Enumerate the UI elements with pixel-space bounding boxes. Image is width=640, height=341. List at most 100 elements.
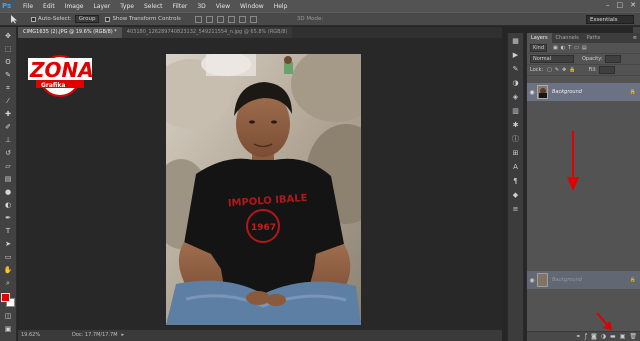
opacity-field[interactable] <box>604 55 621 63</box>
quick-mask-icon[interactable]: ◫ <box>3 311 14 321</box>
lasso-tool-icon[interactable]: ʘ <box>3 57 14 67</box>
tab-channels[interactable]: Channels <box>552 33 583 43</box>
menu-layer[interactable]: Layer <box>93 3 110 10</box>
dodge-tool-icon[interactable]: ◐ <box>3 200 14 210</box>
minimize-icon[interactable]: – <box>606 1 610 9</box>
navigator-panel-icon[interactable]: ⊞ <box>511 148 521 158</box>
svg-text:1967: 1967 <box>251 223 276 233</box>
color-panel-icon[interactable]: ◈ <box>511 92 521 102</box>
align-top-icon[interactable] <box>194 15 202 23</box>
path-select-icon[interactable]: ➤ <box>3 239 14 249</box>
menu-window[interactable]: Window <box>240 3 264 10</box>
lock-icons[interactable]: ▢✎✥🔒 <box>547 67 578 73</box>
auto-select-group: Auto-Select: Group <box>31 15 100 23</box>
fx-icon[interactable]: ƒ <box>585 333 587 340</box>
kind-filter-dropdown[interactable]: Kind <box>530 44 548 52</box>
layer-background[interactable]: ◉ Background 🔒 <box>527 83 640 101</box>
workspace-dropdown[interactable]: Essentials <box>586 15 634 24</box>
align-center-icon[interactable] <box>238 15 246 23</box>
eyedropper-tool-icon[interactable]: ⁄ <box>3 96 14 106</box>
type-tool-icon[interactable]: T <box>3 226 14 236</box>
show-transform-checkbox[interactable] <box>105 16 111 22</box>
maximize-icon[interactable]: □ <box>617 1 624 9</box>
menu-file[interactable]: File <box>23 3 33 10</box>
blend-row: Normal Opacity: <box>527 54 640 65</box>
status-arrow-icon[interactable]: ▸ <box>122 330 125 341</box>
foreground-color-swatch[interactable] <box>1 293 10 302</box>
move-tool-icon[interactable]: ✥ <box>3 31 14 41</box>
annotation-arrow-new-layer <box>596 313 612 330</box>
brush-panel-icon[interactable]: ✎ <box>511 64 521 74</box>
trash-icon[interactable]: 🗑 <box>629 333 637 340</box>
tab-cimg1635[interactable]: CIMG1635 (2).JPG @ 19.6% (RGB/8) * <box>18 27 122 38</box>
menu-type[interactable]: Type <box>120 3 134 10</box>
ghost-layer-name: Background <box>552 277 582 283</box>
tab-403180[interactable]: 403180_126289740823132_549211554_n.jpg @… <box>121 27 293 38</box>
close-icon[interactable]: ✕ <box>630 1 636 9</box>
auto-select-checkbox[interactable] <box>31 16 36 22</box>
folder-icon[interactable]: ▬ <box>610 333 616 340</box>
shape-tool-icon[interactable]: ▭ <box>3 252 14 262</box>
marquee-tool-icon[interactable]: ⬚ <box>3 44 14 54</box>
ghost-lock-icon: 🔒 <box>629 277 636 283</box>
pen-tool-icon[interactable]: ✒ <box>3 213 14 223</box>
brush-tool-icon[interactable]: ✐ <box>3 122 14 132</box>
fill-field[interactable] <box>598 66 615 74</box>
tab-layers[interactable]: Layers <box>527 33 552 43</box>
menu-filter[interactable]: Filter <box>173 3 188 10</box>
align-left-icon[interactable] <box>227 15 235 23</box>
transform-controls-group: Show Transform Controls <box>105 16 181 22</box>
move-tool-preset-icon[interactable] <box>3 14 25 24</box>
blur-tool-icon[interactable]: ● <box>3 187 14 197</box>
3d-panel-icon[interactable]: ◆ <box>511 190 521 200</box>
character-panel-icon[interactable]: A <box>511 162 521 172</box>
adjustment-icon[interactable]: ◑ <box>601 333 606 340</box>
fill-label: Fill: <box>588 67 597 73</box>
properties-panel-icon[interactable]: ≡ <box>511 204 521 214</box>
menu-image[interactable]: Image <box>65 3 84 10</box>
auto-select-label: Auto-Select: <box>38 16 72 22</box>
adjustments-panel-icon[interactable]: ◑ <box>511 78 521 88</box>
new-layer-icon[interactable]: ▣ <box>620 333 626 340</box>
zoom-tool-icon[interactable]: ⌕ <box>3 278 14 288</box>
panel-menu-icon[interactable]: ≡ <box>633 33 640 43</box>
layer-thumbnail <box>537 85 548 99</box>
crop-tool-icon[interactable]: ⌗ <box>3 83 14 93</box>
gradient-tool-icon[interactable]: ▤ <box>3 174 14 184</box>
link-icon[interactable]: ⚭ <box>576 333 581 340</box>
filter-icons[interactable]: ▣◐T▭▤ <box>553 45 590 51</box>
mask-icon[interactable]: ◙ <box>591 333 597 340</box>
layers-panel-footer: ⚭ ƒ ◙ ◑ ▬ ▣ 🗑 <box>527 331 640 341</box>
eraser-tool-icon[interactable]: ▱ <box>3 161 14 171</box>
3d-mode-label: 3D Mode: <box>296 16 324 22</box>
info-panel-icon[interactable]: ⓘ <box>511 134 521 144</box>
screen-mode-icon[interactable]: ▣ <box>3 324 14 334</box>
document-tabs: CIMG1635 (2).JPG @ 19.6% (RGB/8) * 40318… <box>18 27 502 38</box>
layer-name[interactable]: Background <box>552 89 582 95</box>
align-middle-icon[interactable] <box>205 15 213 23</box>
menu-3d[interactable]: 3D <box>197 3 205 10</box>
menu-edit[interactable]: Edit <box>43 3 55 10</box>
hand-tool-icon[interactable]: ✋ <box>3 265 14 275</box>
styles-panel-icon[interactable]: ✱ <box>511 120 521 130</box>
history-brush-icon[interactable]: ↺ <box>3 148 14 158</box>
clone-stamp-icon[interactable]: ⊥ <box>3 135 14 145</box>
zoom-level[interactable]: 19.62% <box>18 330 72 341</box>
visibility-eye-icon[interactable]: ◉ <box>527 89 537 96</box>
healing-brush-icon[interactable]: ✚ <box>3 109 14 119</box>
menu-help[interactable]: Help <box>274 3 288 10</box>
tab-paths[interactable]: Paths <box>583 33 605 43</box>
history-panel-icon[interactable]: ▦ <box>511 36 521 46</box>
quick-select-tool-icon[interactable]: ✎ <box>3 70 14 80</box>
actions-panel-icon[interactable]: ▶ <box>511 50 521 60</box>
show-transform-label: Show Transform Controls <box>112 16 181 22</box>
auto-select-dropdown[interactable]: Group <box>74 15 100 23</box>
zona-grafika-logo: ZONA Grafika <box>28 48 94 100</box>
paragraph-panel-icon[interactable]: ¶ <box>511 176 521 186</box>
menu-view[interactable]: View <box>216 3 230 10</box>
swatches-panel-icon[interactable]: ▥ <box>511 106 521 116</box>
menu-select[interactable]: Select <box>144 3 163 10</box>
align-bottom-icon[interactable] <box>216 15 224 23</box>
blend-mode-dropdown[interactable]: Normal <box>530 55 574 63</box>
align-right-icon[interactable] <box>249 15 257 23</box>
